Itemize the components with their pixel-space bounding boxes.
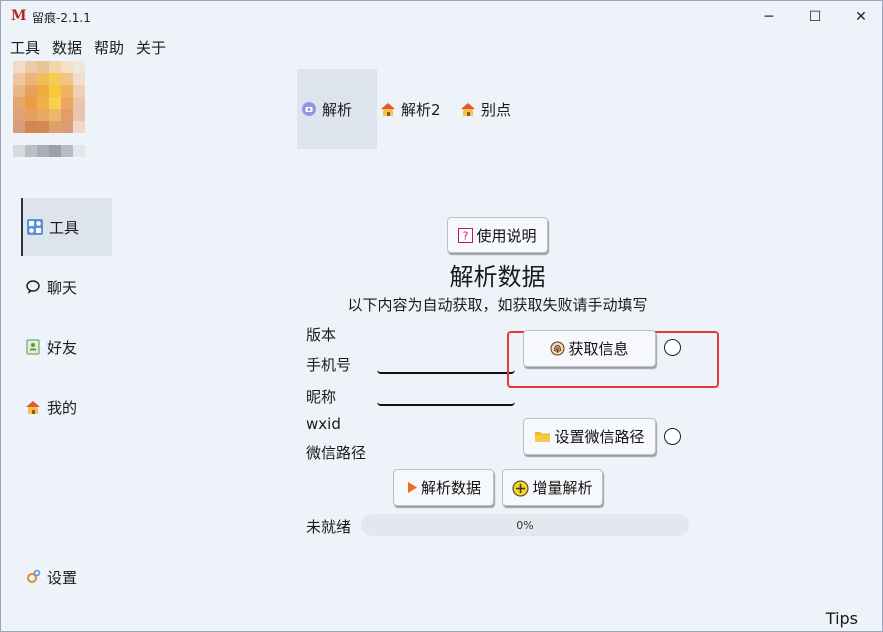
tab-parse[interactable]: 解析 bbox=[297, 69, 377, 149]
help-button-label: 使用说明 bbox=[476, 226, 537, 245]
sidebar-item-label: 工具 bbox=[49, 218, 80, 237]
house-icon bbox=[460, 101, 476, 117]
phone-input[interactable] bbox=[377, 354, 515, 374]
status-label: 未就绪 bbox=[306, 518, 352, 536]
menu-tools[interactable]: 工具 bbox=[1, 35, 46, 59]
help-button[interactable]: ? 使用说明 bbox=[447, 217, 548, 253]
avatar[interactable] bbox=[13, 61, 85, 157]
play-icon bbox=[406, 480, 418, 495]
parse-icon bbox=[301, 101, 317, 117]
contacts-icon bbox=[25, 339, 41, 355]
maximize-icon: ☐ bbox=[808, 9, 822, 25]
parse-data-button-label: 解析数据 bbox=[420, 479, 481, 497]
fingerprint-icon bbox=[550, 341, 565, 356]
progress-text: 0% bbox=[516, 518, 534, 532]
sidebar-item-contacts[interactable]: 好友 bbox=[21, 318, 112, 376]
incremental-parse-button-label: 增量解析 bbox=[532, 479, 593, 497]
menu-bar: 工具 数据 帮助 关于 bbox=[1, 35, 172, 59]
menu-help[interactable]: 帮助 bbox=[92, 35, 130, 59]
set-wechat-path-button[interactable]: 设置微信路径 bbox=[523, 418, 656, 455]
tools-icon bbox=[27, 219, 43, 235]
parse-data-button[interactable]: 解析数据 bbox=[393, 469, 494, 506]
title-bar: M 留痕-2.1.1 ─ ☐ ✕ bbox=[1, 1, 882, 33]
nickname-label: 昵称 bbox=[306, 388, 337, 406]
close-icon: ✕ bbox=[855, 9, 867, 25]
get-info-status-radio[interactable] bbox=[664, 339, 681, 356]
sidebar-item-label: 我的 bbox=[47, 398, 78, 417]
folder-icon bbox=[534, 429, 551, 444]
sidebar-item-label: 好友 bbox=[47, 338, 78, 357]
version-label: 版本 bbox=[306, 326, 337, 344]
page-title: 解析数据 bbox=[449, 263, 546, 291]
menu-about[interactable]: 关于 bbox=[134, 35, 172, 59]
nickname-input[interactable] bbox=[377, 386, 515, 406]
phone-label: 手机号 bbox=[306, 356, 352, 374]
minimize-button[interactable]: ─ bbox=[746, 1, 792, 33]
svg-text:?: ? bbox=[463, 229, 469, 242]
wechat-path-status-radio[interactable] bbox=[664, 428, 681, 445]
tips-label[interactable]: Tips bbox=[826, 609, 858, 628]
house-icon bbox=[380, 101, 396, 117]
sidebar-item-mine[interactable]: 我的 bbox=[21, 378, 112, 436]
sidebar-item-label: 设置 bbox=[47, 568, 78, 587]
get-info-button-label: 获取信息 bbox=[568, 340, 629, 358]
maximize-button[interactable]: ☐ bbox=[792, 1, 838, 33]
sidebar-item-tools[interactable]: 工具 bbox=[21, 198, 112, 256]
wxid-label: wxid bbox=[306, 415, 341, 433]
get-info-button[interactable]: 获取信息 bbox=[523, 330, 656, 367]
wechat-path-label: 微信路径 bbox=[306, 444, 367, 462]
progress-bar: 0% bbox=[361, 514, 689, 536]
tab-dont-click[interactable]: 别点 bbox=[460, 69, 511, 149]
menu-data[interactable]: 数据 bbox=[50, 35, 88, 59]
set-wechat-path-button-label: 设置微信路径 bbox=[554, 428, 645, 446]
plus-circle-icon bbox=[512, 480, 529, 497]
tab-parse2[interactable]: 解析2 bbox=[380, 69, 441, 149]
tab-label: 解析 bbox=[322, 100, 353, 119]
minimize-icon: ─ bbox=[764, 9, 774, 25]
page-subtitle: 以下内容为自动获取，如获取失败请手动填写 bbox=[347, 296, 648, 314]
home-icon bbox=[25, 399, 41, 415]
incremental-parse-button[interactable]: 增量解析 bbox=[502, 469, 603, 506]
close-button[interactable]: ✕ bbox=[838, 1, 883, 33]
tab-label: 别点 bbox=[481, 100, 512, 119]
settings-icon bbox=[25, 569, 41, 585]
app-logo-icon: M bbox=[11, 8, 27, 24]
sidebar-item-settings[interactable]: 设置 bbox=[21, 548, 112, 606]
window-title: 留痕-2.1.1 bbox=[32, 11, 91, 25]
tab-label: 解析2 bbox=[401, 100, 441, 119]
help-icon: ? bbox=[458, 227, 474, 243]
